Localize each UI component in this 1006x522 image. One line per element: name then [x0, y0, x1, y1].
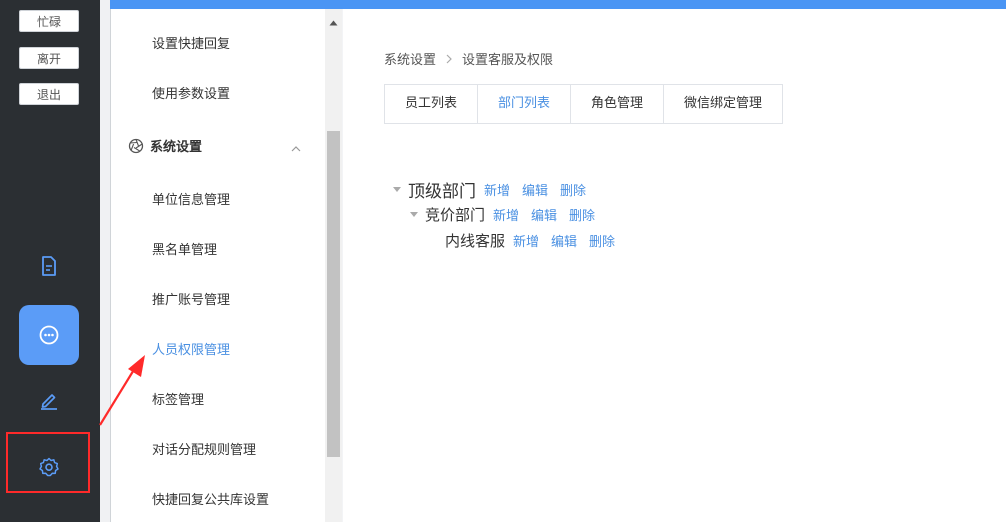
busy-button[interactable]: 忙碌: [19, 10, 79, 32]
menu-item-tags[interactable]: 标签管理: [152, 389, 204, 408]
tab-department-list[interactable]: 部门列表: [478, 85, 572, 123]
menu-group-label: 系统设置: [150, 140, 203, 155]
menu-item-blacklist[interactable]: 黑名单管理: [152, 239, 217, 258]
edit-link[interactable]: 编辑: [531, 205, 557, 224]
annotation-arrow-icon: [99, 355, 145, 426]
chat-icon[interactable]: [19, 305, 79, 365]
chevron-up-icon[interactable]: [291, 141, 301, 156]
document-icon[interactable]: [19, 236, 79, 296]
top-bar: [110, 0, 1006, 9]
edit-link[interactable]: 编辑: [551, 231, 577, 250]
caret-down-icon[interactable]: [410, 212, 418, 217]
tree-node-bidding-dept: 竞价部门 新增 编辑 删除: [410, 204, 607, 225]
edit-link[interactable]: 编辑: [522, 180, 548, 199]
menu-item-unit-info[interactable]: 单位信息管理: [152, 189, 230, 208]
menu-item-quick-reply-library[interactable]: 快捷回复公共库设置: [152, 489, 269, 508]
tab-wechat-binding[interactable]: 微信绑定管理: [664, 85, 783, 123]
divider-strip: [100, 0, 111, 522]
tree-node-label[interactable]: 竞价部门: [425, 204, 485, 225]
breadcrumb-current: 设置客服及权限: [462, 53, 554, 68]
tree-node-label[interactable]: 内线客服: [445, 230, 505, 251]
aperture-icon: [128, 138, 144, 154]
breadcrumb-root[interactable]: 系统设置: [384, 49, 436, 68]
delete-link[interactable]: 删除: [560, 180, 586, 199]
annotation-highlight-box: [6, 432, 90, 493]
scroll-up-arrow-icon[interactable]: [329, 15, 338, 30]
tab-role-management[interactable]: 角色管理: [571, 85, 665, 123]
menu-item-parameters[interactable]: 使用参数设置: [152, 83, 230, 102]
away-button[interactable]: 离开: [19, 47, 79, 69]
add-link[interactable]: 新增: [484, 180, 510, 199]
add-link[interactable]: 新增: [513, 231, 539, 250]
breadcrumb: 系统设置 设置客服及权限: [384, 49, 553, 68]
menu-item-staff-permissions[interactable]: 人员权限管理: [152, 339, 230, 358]
chevron-right-icon: [446, 54, 452, 64]
menu-item-promo-accounts[interactable]: 推广账号管理: [152, 289, 230, 308]
tab-employee-list[interactable]: 员工列表: [385, 85, 479, 123]
tree-node-label[interactable]: 顶级部门: [408, 177, 476, 202]
submenu-scrollbar[interactable]: [325, 9, 342, 522]
tab-bar: 员工列表 部门列表 角色管理 微信绑定管理: [384, 84, 784, 124]
caret-down-icon[interactable]: [393, 187, 401, 192]
menu-item-quick-reply[interactable]: 设置快捷回复: [152, 33, 230, 52]
settings-submenu: 设置快捷回复 使用参数设置 系统设置 单位信息管理 黑名单管理 推广账号管理 人…: [111, 9, 325, 522]
delete-link[interactable]: 删除: [589, 231, 615, 250]
menu-group-system-settings[interactable]: 系统设置: [128, 136, 202, 155]
delete-link[interactable]: 删除: [569, 205, 595, 224]
tree-node-inline-service: 内线客服 新增 编辑 删除: [445, 230, 627, 251]
logout-button[interactable]: 退出: [19, 83, 79, 105]
add-link[interactable]: 新增: [493, 205, 519, 224]
tree-node-top-dept: 顶级部门 新增 编辑 删除: [393, 177, 598, 202]
scrollbar-thumb[interactable]: [327, 131, 340, 457]
menu-item-dispatch-rules[interactable]: 对话分配规则管理: [152, 439, 256, 458]
main-content: 系统设置 设置客服及权限 员工列表 部门列表 角色管理 微信绑定管理 顶级部门 …: [343, 9, 1006, 522]
edit-icon[interactable]: [19, 370, 79, 430]
